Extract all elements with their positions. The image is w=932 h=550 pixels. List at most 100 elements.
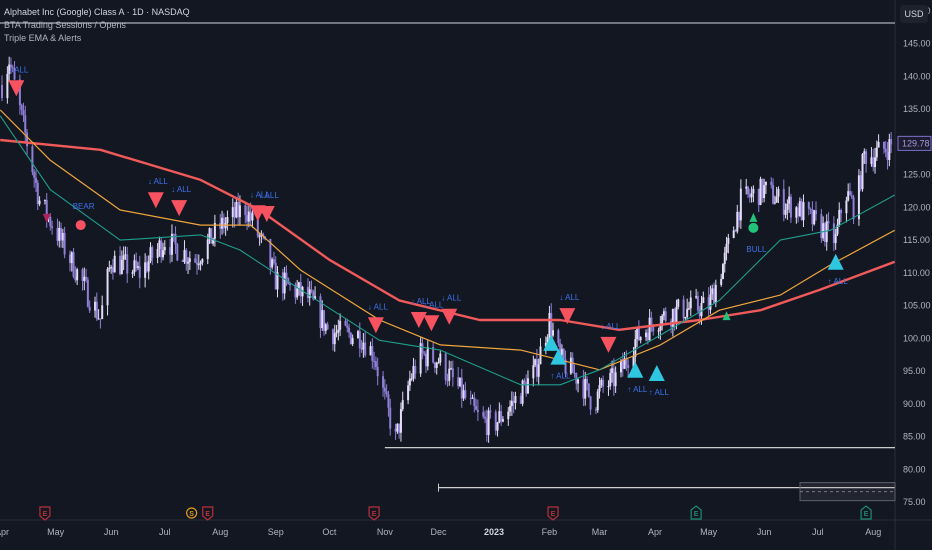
candle-body (83, 276, 86, 281)
candle-body (22, 110, 25, 116)
price-tick-label: 75.00 (903, 497, 926, 507)
bear-signal-label: BEAR (73, 202, 95, 211)
candle-body (711, 288, 714, 295)
candle-body (577, 379, 580, 384)
time-tick-label: Aug (212, 527, 228, 537)
candle-body (848, 191, 851, 196)
candle-body (357, 331, 360, 339)
candle-body (664, 311, 667, 321)
price-tick-label: 90.00 (903, 399, 926, 409)
candle-body (158, 240, 161, 249)
candle-body (412, 365, 415, 379)
bull-signal-label: BULL (746, 245, 767, 254)
candle-body (752, 188, 755, 194)
candle-body (840, 209, 843, 214)
candle-body (532, 365, 535, 379)
candle-body (786, 203, 789, 210)
candle-body (637, 327, 640, 341)
candle-body (832, 223, 835, 244)
candle-body (358, 331, 361, 349)
candle-body (344, 320, 347, 326)
candle-body (845, 200, 848, 214)
candle-body (473, 397, 476, 407)
candle-body (512, 400, 515, 403)
candle-body (847, 191, 850, 201)
candle-body (244, 205, 247, 216)
candle-body (772, 184, 775, 204)
candle-body (389, 407, 392, 429)
candle-body (408, 378, 411, 386)
candle-body (695, 296, 698, 298)
price-tick-label: 125.00 (903, 170, 931, 180)
candle-body (34, 177, 37, 183)
candle-body (784, 209, 787, 215)
candle-body (675, 306, 678, 324)
candle-body (138, 266, 141, 278)
candle-body (857, 175, 860, 220)
candle-body (484, 416, 487, 419)
candle-body (362, 342, 365, 350)
candle-body (147, 261, 150, 272)
event-letter: S (189, 511, 194, 518)
candle-body (131, 272, 134, 274)
price-chart[interactable]: ↓ ALL↓ ALL↓ ALL↓ ALL↓ ALL↓ ALL↓ ALL↓ ALL… (0, 0, 932, 550)
candle-body (385, 391, 388, 395)
event-letter: E (551, 511, 556, 518)
candle-body (382, 376, 385, 388)
candle-body (221, 217, 224, 229)
candle-body (870, 157, 873, 164)
candle-body (74, 276, 77, 281)
candle-body (789, 196, 792, 218)
currency-button[interactable]: USD (900, 5, 928, 23)
sell-signal-label: ↓ ALL (600, 322, 621, 331)
candle-body (149, 247, 152, 262)
candle-body (739, 188, 742, 221)
candle-body (827, 221, 830, 224)
candle-body (326, 324, 329, 330)
candle-body (550, 312, 553, 336)
event-letter: E (864, 511, 869, 518)
candle-body (757, 188, 760, 206)
price-tick-label: 80.00 (903, 464, 926, 474)
candle-body (156, 248, 159, 258)
candle-body (196, 262, 199, 265)
candle-body (872, 157, 875, 168)
candle-body (773, 202, 776, 204)
candle-body (795, 207, 798, 218)
candle-body (714, 284, 717, 304)
time-tick-label: Sep (268, 527, 284, 537)
indicator-sessions[interactable]: BTA Trading Sessions / Opens (4, 19, 190, 32)
candle-body (163, 247, 166, 251)
candle-body (56, 228, 59, 241)
candle-body (36, 182, 39, 205)
price-tick-label: 110.00 (903, 268, 930, 278)
candle-body (95, 301, 98, 319)
candle-body (882, 141, 885, 149)
sell-signal-label: ↓ ALL (8, 65, 29, 74)
candle-body (433, 362, 436, 368)
candle-body (788, 196, 791, 204)
candle-body (886, 152, 889, 160)
candle-body (514, 396, 517, 403)
candle-body (126, 254, 129, 274)
candle-body (875, 147, 878, 158)
candle-body (727, 237, 730, 244)
candle-body (713, 288, 716, 304)
price-tick-label: 140.00 (903, 71, 931, 81)
candle-body (174, 233, 177, 245)
candle-body (369, 346, 372, 356)
candle-body (423, 352, 426, 354)
candle-body (496, 422, 499, 431)
candle-body (702, 297, 705, 304)
candle-body (548, 312, 551, 338)
candle-body (852, 197, 855, 220)
candle-body (636, 327, 639, 340)
time-tick-label: Mar (592, 527, 608, 537)
symbol-title[interactable]: Alphabet Inc (Google) Class A · 1D · NAS… (4, 6, 190, 19)
candle-body (308, 289, 311, 299)
candle-body (557, 330, 560, 344)
candle-body (589, 396, 592, 410)
candle-body (446, 380, 449, 382)
candle-body (560, 349, 563, 355)
indicator-triple-ema[interactable]: Triple EMA & Alerts (4, 32, 190, 45)
